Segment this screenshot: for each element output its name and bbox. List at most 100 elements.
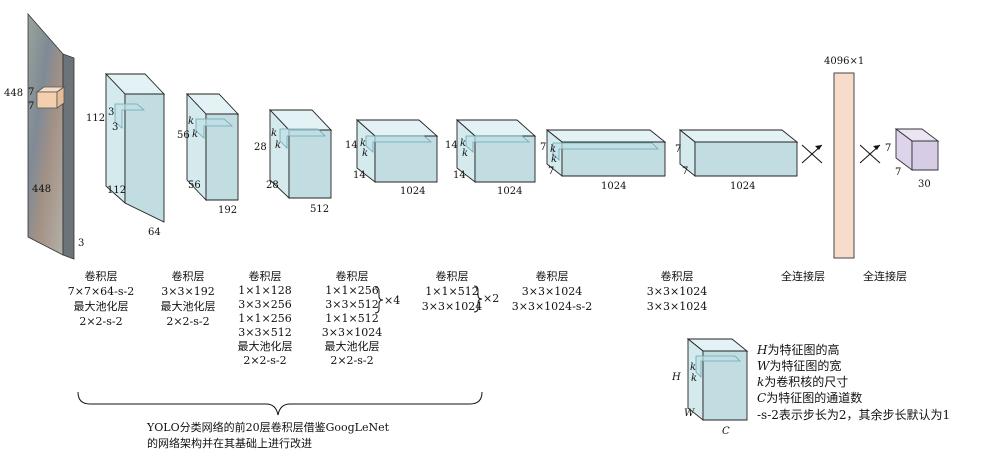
block7-height-label: 7 — [675, 144, 681, 155]
block3-height-label: 28 — [254, 142, 267, 153]
block1-width-label: 112 — [107, 185, 126, 196]
caption-3-line-3: 3×3×256 — [238, 298, 291, 311]
caption-col-4: 卷积层 1×1×256 3×3×512 1×1×512 3×3×1024 最大池… — [322, 269, 382, 367]
caption-3-line-2: 1×1×128 — [238, 284, 291, 297]
conv-block-2: 56 56 192 k k — [177, 92, 240, 216]
caption-col-9: 全连接层 — [863, 269, 907, 283]
first-20-layers-brace-path — [77, 391, 483, 416]
caption-2-line-3: 最大池化层 — [161, 299, 216, 313]
repeat-x4-label: ×4 — [384, 294, 400, 307]
legend-line-5-text: -s-2表示步长为2，其余步长默认为1 — [757, 407, 950, 422]
block7-channel-label: 1024 — [730, 181, 755, 192]
legend-line-3: k为卷积核的尺寸 — [757, 374, 848, 389]
block4-channel-label: 1024 — [400, 186, 425, 197]
caption-9-line-1: 全连接层 — [863, 269, 907, 283]
caption-col-5: 卷积层 1×1×512 3×3×1024 — [422, 269, 482, 313]
legend-line-1-symbol: H — [756, 343, 768, 357]
repeat-x2-label: ×2 — [483, 292, 499, 305]
caption-2-line-1: 卷积层 — [172, 269, 205, 283]
caption-8-line-1: 全连接层 — [781, 269, 825, 283]
block5-height-label: 14 — [445, 140, 458, 151]
input-photo-edge — [62, 53, 75, 260]
caption-4-line-6: 最大池化层 — [325, 339, 380, 353]
caption-4-line-3: 3×3×512 — [325, 298, 378, 311]
block3-channel-label: 512 — [310, 204, 329, 215]
legend-W-label: W — [684, 408, 695, 419]
brace-note-line-2: 的网络架构并在其基础上进行改进 — [147, 436, 312, 450]
block6-width-label: 7 — [548, 166, 554, 177]
conv-block-5: 14 14 1024 k k — [445, 118, 537, 197]
legend-k-label-2: k — [691, 373, 697, 384]
block1-height-label: 112 — [86, 113, 105, 124]
fc-connector-1 — [801, 144, 823, 164]
caption-4-line-5: 3×3×1024 — [322, 326, 382, 339]
fc-layer-4096: 4096×1 — [824, 56, 864, 259]
input-width-label: 448 — [32, 184, 51, 195]
output-height-label: 7 — [885, 143, 891, 154]
output-front — [911, 140, 939, 171]
block2-front — [205, 113, 239, 201]
block6-channel-label: 1024 — [601, 181, 626, 192]
fc-bar-label: 4096×1 — [824, 56, 864, 67]
input-height-label: 448 — [4, 88, 23, 99]
fc-connector-2 — [859, 144, 881, 164]
caption-7-line-1: 卷积层 — [661, 269, 694, 283]
block4-front — [374, 135, 438, 183]
block2-height-label: 56 — [177, 130, 190, 141]
legend-line-5: -s-2表示步长为2，其余步长默认为1 — [757, 407, 950, 422]
legend-line-4: C为特征图的通道数 — [757, 390, 862, 405]
input-channel-label: 3 — [78, 238, 84, 249]
input-image: 448 448 3 7 7 — [4, 12, 84, 260]
block6-top — [545, 129, 667, 143]
block4-height-label: 14 — [345, 140, 358, 151]
legend-line-1: H为特征图的高 — [756, 342, 839, 357]
caption-col-3: 卷积层 1×1×128 3×3×256 1×1×256 3×3×512 最大池化… — [238, 269, 293, 367]
block3-width-label: 28 — [266, 180, 279, 191]
block2-kernel-label-1: k — [188, 116, 194, 127]
block3-kernel-label-2: k — [275, 140, 281, 151]
legend-line-2-text: 为特征图的宽 — [769, 358, 841, 373]
caption-4-line-4: 1×1×512 — [325, 312, 378, 325]
repeat-brace-4: ×4 — [374, 286, 400, 314]
conv-block-6: 7 7 1024 k k — [540, 129, 667, 192]
block7-top — [678, 129, 799, 143]
block2-kernel-label-2: k — [192, 129, 198, 140]
block3-front — [288, 129, 332, 199]
caption-3-line-4: 1×1×256 — [238, 312, 291, 325]
output-tensor: 7 7 30 — [885, 128, 940, 190]
output-width-label: 7 — [895, 167, 901, 178]
block2-channel-label: 192 — [218, 205, 237, 216]
legend-k-label-1: k — [690, 362, 696, 373]
caption-4-line-2: 1×1×256 — [325, 284, 378, 297]
repeat-brace-2: ×2 — [473, 285, 499, 313]
caption-5-line-1: 卷积层 — [436, 269, 469, 283]
block7-front — [694, 141, 798, 177]
block5-kernel-label-2: k — [462, 148, 468, 159]
fc-bar — [833, 72, 855, 259]
caption-6-line-1: 卷积层 — [536, 269, 569, 283]
legend-line-3-text: 为卷积核的尺寸 — [764, 374, 848, 389]
fc1-arrow-head — [815, 145, 822, 150]
legend-line-4-text: 为特征图的通道数 — [766, 390, 862, 405]
block7-width-label: 7 — [682, 166, 688, 177]
caption-2-line-4: 2×2-s-2 — [166, 315, 209, 328]
legend-line-1-text: 为特征图的高 — [767, 342, 839, 357]
caption-col-6: 卷积层 3×3×1024 3×3×1024-s-2 — [512, 269, 593, 313]
block3-kernel-label-1: k — [271, 128, 277, 139]
legend-line-4-symbol: C — [757, 391, 766, 405]
output-channel-label: 30 — [918, 179, 931, 190]
caption-col-2: 卷积层 3×3×192 最大池化层 2×2-s-2 — [161, 269, 216, 328]
block5-width-label: 14 — [453, 170, 466, 181]
conv-block-4: 14 14 1024 k k — [345, 118, 439, 197]
caption-5-line-3: 3×3×1024 — [422, 300, 482, 313]
input-kernel-label-1: 7 — [28, 87, 34, 98]
legend: H W C k k H为特征图的高 W为特征图的宽 k为卷积核的尺寸 C为特征图… — [671, 338, 950, 437]
block1-kernel-label-2: 3 — [112, 122, 118, 133]
block1-front — [124, 93, 165, 223]
block1-kernel-label-1: 3 — [108, 107, 114, 118]
conv-block-3: 28 28 512 k k — [254, 108, 333, 215]
input-kernel-label-2: 7 — [28, 101, 34, 112]
legend-line-2: W为特征图的宽 — [757, 358, 841, 373]
caption-2-line-2: 3×3×192 — [161, 285, 214, 298]
diagram-canvas: 448 448 3 7 7 112 112 64 3 3 56 56 192 k… — [4, 12, 950, 450]
